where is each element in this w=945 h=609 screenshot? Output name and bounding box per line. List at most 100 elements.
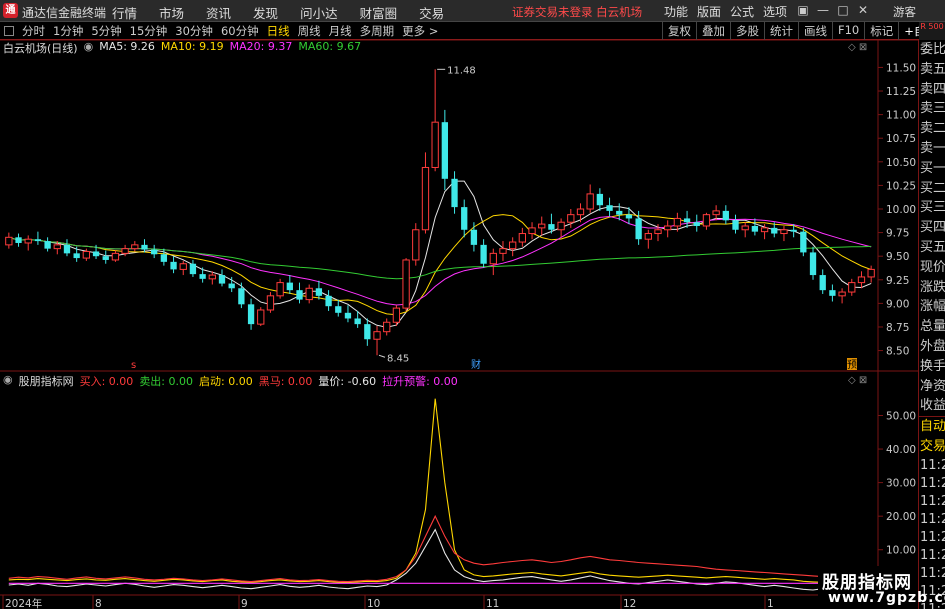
main-menu: 行情 市场 资讯 发现 问小达 财富圈 交易 [112, 3, 466, 22]
menu-item-gongshi[interactable]: 公式 [730, 3, 754, 20]
ma-toggle-icon[interactable]: ◉ [84, 40, 94, 55]
tab-1min[interactable]: 1分钟 [53, 23, 83, 39]
tool-biaoji[interactable]: 标记 [864, 22, 898, 40]
guest-user[interactable]: 游客 [893, 4, 916, 20]
tab-60min[interactable]: 60分钟 [221, 23, 259, 39]
candle-body [790, 229, 797, 232]
title-bar: 通 通达信金融终端 行情 市场 资讯 发现 问小达 财富圈 交易 证券交易未登录… [0, 0, 945, 22]
candle-body [702, 214, 711, 227]
candle-body [151, 249, 158, 255]
chart-canvas[interactable]: 11.50 11.25 11.00 10.75 10.50 10.25 10.00 9.75 9… [0, 0, 945, 609]
ind-y-tick-label: 10.00 [886, 545, 916, 557]
menu-item-hangqing[interactable]: 行情 [112, 3, 137, 22]
ind-start: 启动: 0.00 [199, 375, 253, 388]
r-tag[interactable]: R 500 [919, 22, 945, 40]
ind-y-tick-label: 30.00 [886, 478, 916, 490]
tool-huaxian[interactable]: 画线 [798, 22, 832, 40]
candle-body [208, 274, 216, 280]
y-tick-label: 10.75 [886, 133, 916, 145]
watermark: 股朋指标网 www.7gpzb.com [818, 566, 945, 609]
candle-body [499, 248, 507, 254]
y-tick-label: 8.75 [886, 322, 909, 334]
candle-body [857, 276, 866, 284]
stock-name[interactable]: 白云机场(日线) [3, 40, 78, 55]
tab-daily[interactable]: 日线 [267, 23, 290, 39]
quote-rows: 委比 卖五 卖四 卖三 卖二 卖一 买一 买二 买三 买四 买五 现价 涨跌 涨幅 总量 外盘 换手 净资 收益 [919, 40, 945, 416]
quote-row: 卖五 [920, 61, 945, 77]
ind-line [8, 398, 872, 584]
maximize-icon[interactable]: □ [833, 3, 853, 17]
tab-more[interactable]: 更多 > [402, 23, 438, 39]
tool-duogu[interactable]: 多股 [730, 22, 764, 40]
y-tick-label: 10.25 [886, 180, 916, 192]
y-tick-label: 10.50 [886, 157, 916, 169]
marker-s[interactable]: s [131, 360, 136, 371]
trade-login-notice[interactable]: 证券交易未登录 白云机场 [512, 4, 642, 20]
ind-heima: 黑马: 0.00 [258, 375, 313, 388]
menu-item-banmian[interactable]: 版面 [697, 3, 721, 20]
ind-liangjia: 量价: -0.60 [318, 375, 377, 388]
quote-row: 买三 [920, 200, 945, 216]
menu-item-jiaoyi[interactable]: 交易 [419, 3, 444, 22]
candle-body [82, 250, 91, 259]
menu-item-caifuquan[interactable]: 财富圈 [360, 3, 398, 22]
layout-icon[interactable] [4, 26, 14, 36]
menu-item-zixun[interactable]: 资讯 [206, 3, 231, 22]
ma10-value: MA10: 9.19 [160, 40, 224, 53]
quote-row: 委比 [920, 42, 945, 57]
quote-row: 卖二 [920, 121, 945, 137]
trade-row[interactable]: 自动 [919, 417, 945, 437]
candle-body [92, 251, 100, 257]
tool-fuquan[interactable]: 复权 [662, 22, 696, 40]
candle-body [402, 259, 410, 309]
tab-multi-period[interactable]: 多周期 [360, 23, 395, 39]
chart-grid [0, 39, 918, 596]
ind-line [8, 514, 872, 583]
tab-5min[interactable]: 5分钟 [91, 23, 121, 39]
high-price-label: 11.48 [447, 65, 476, 76]
menu-item-shichang[interactable]: 市场 [159, 3, 184, 22]
close-icon[interactable]: ✕ [853, 3, 873, 17]
marker-cai[interactable]: 财 [471, 358, 481, 371]
candle-body [296, 290, 303, 300]
candle-body [63, 244, 71, 254]
tool-tongji[interactable]: 统计 [764, 22, 798, 40]
marker-yu[interactable]: 预 [847, 359, 857, 371]
app-name: 通达信金融终端 [22, 6, 107, 20]
candle-body [548, 224, 555, 230]
tool-f10[interactable]: F10 [832, 22, 864, 40]
time-row: 11:29 [920, 547, 945, 563]
menu-item-xuanxiang[interactable]: 选项 [763, 3, 787, 20]
menu-item-gongneng[interactable]: 功能 [664, 3, 688, 20]
trade-rows: 自动 交易 [919, 417, 945, 457]
candle-body [24, 238, 32, 244]
minimize-icon[interactable]: — [813, 3, 833, 17]
trade-row[interactable]: 交易 [919, 437, 945, 457]
candle-body [567, 214, 575, 223]
menu-item-faxian[interactable]: 发现 [253, 3, 278, 22]
ind-sell: 卖出: 0.00 [139, 375, 194, 388]
indicator-name[interactable]: 股朋指标网 [19, 373, 74, 388]
tab-weekly[interactable]: 周线 [298, 23, 321, 39]
candle-body [141, 244, 148, 250]
tab-fenshi[interactable]: 分时 [22, 23, 45, 39]
menu-item-wenxiaoda[interactable]: 问小达 [300, 3, 338, 22]
candlesticks [5, 68, 875, 358]
x-axis-label: 9 [241, 598, 248, 609]
quote-row: 总量 [920, 319, 945, 335]
chart-corner-icons[interactable]: ◇ ⊠ [848, 42, 867, 53]
indicator-toggle-icon[interactable]: ◉ [3, 373, 13, 388]
candle-body [354, 318, 361, 325]
tab-15min[interactable]: 15分钟 [130, 23, 168, 39]
candle-body [392, 307, 401, 323]
candle-body [131, 244, 139, 250]
candle-body [751, 225, 759, 232]
ma-lines [8, 180, 872, 328]
indicator-corner-icons[interactable]: ◇ ⊠ [848, 375, 867, 386]
tab-monthly[interactable]: 月线 [329, 23, 352, 39]
tab-30min[interactable]: 30分钟 [175, 23, 213, 39]
candle-body [683, 218, 691, 223]
tool-diejia[interactable]: 叠加 [696, 22, 730, 40]
restore-icon[interactable]: ▣ [793, 3, 813, 17]
quote-row: 卖四 [920, 81, 945, 97]
